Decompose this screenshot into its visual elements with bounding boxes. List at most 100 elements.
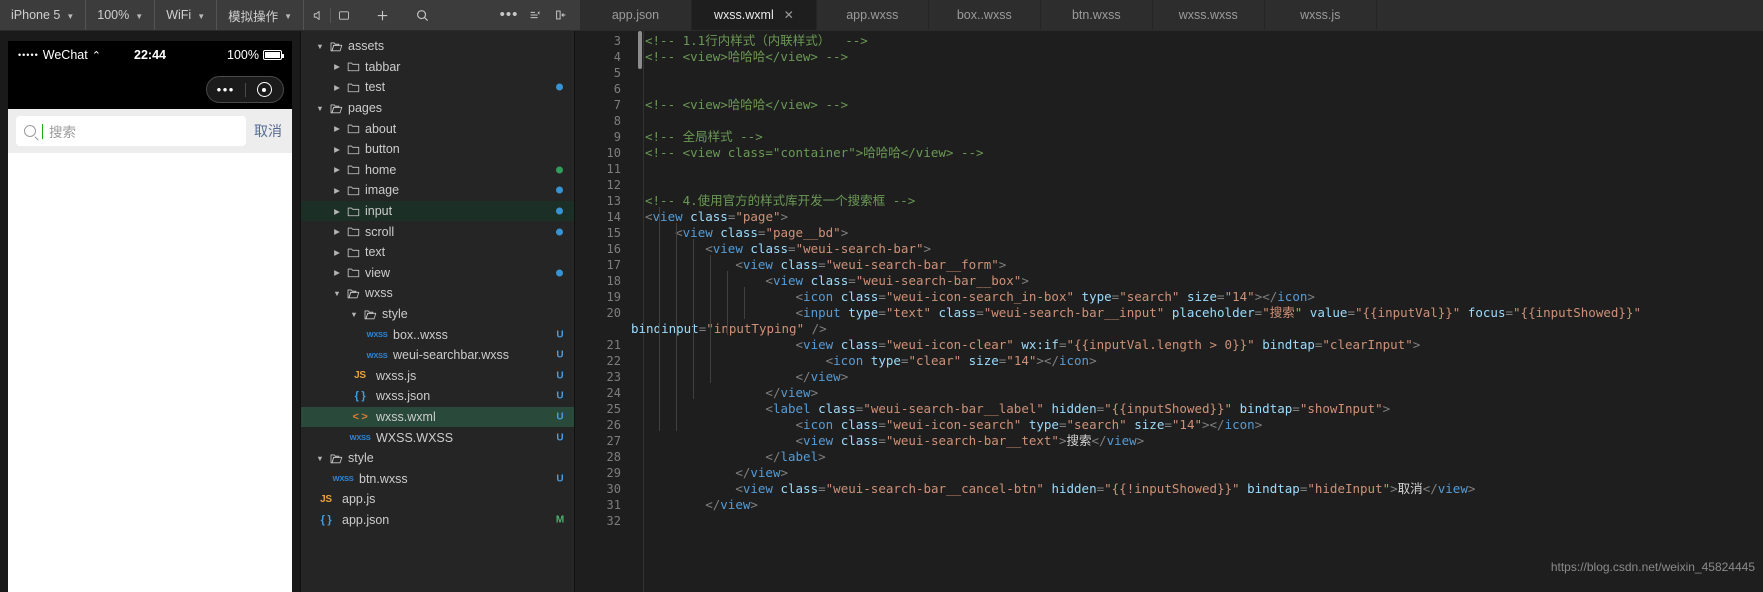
chevron-down-icon[interactable]: ▼ <box>315 104 325 113</box>
signal-dots-icon: ••••• <box>18 50 39 60</box>
file-tree-row[interactable]: ▶ tabbar <box>301 57 574 78</box>
code-line-content: <label class="weui-search-bar__label" hi… <box>765 401 1391 416</box>
simulate-actions-selector[interactable]: 模拟操作 ▼ <box>217 0 305 30</box>
chevron-right-icon[interactable]: ▶ <box>332 227 342 236</box>
line-number: 23 <box>606 370 621 384</box>
device-selector[interactable]: iPhone 5 ▼ <box>0 0 87 30</box>
editor-tab[interactable]: wxss.wxml ✕ <box>692 0 817 30</box>
file-tree-row[interactable]: { } wxss.json U <box>301 386 574 407</box>
line-number: 7 <box>613 98 621 112</box>
chevron-down-icon[interactable]: ▼ <box>332 289 342 298</box>
file-tree-row[interactable]: ▼ style <box>301 448 574 469</box>
code-line: 31 </view> <box>575 497 1763 513</box>
chevron-down-icon[interactable]: ▼ <box>315 42 325 51</box>
file-tree-row-content: ▶ tabbar <box>301 60 400 74</box>
more-icon[interactable]: ••• <box>496 0 522 30</box>
chevron-right-icon[interactable]: ▶ <box>332 145 342 154</box>
code-line: 32 <box>575 513 1763 529</box>
line-number: 11 <box>606 162 621 176</box>
code-line: bindinput="inputTyping" /> <box>575 321 1763 337</box>
chevron-down-icon[interactable]: ▼ <box>349 310 359 319</box>
line-number: 32 <box>606 514 621 528</box>
chevron-down-icon[interactable]: ▼ <box>315 454 325 463</box>
file-tree-row[interactable]: ▶ text <box>301 242 574 263</box>
file-tree-row-content: WXSS btn.wxss <box>301 472 408 486</box>
code-line-content: <view class="weui-icon-clear" wx:if="{{i… <box>795 337 1421 352</box>
editor-tab[interactable]: app.json <box>580 0 692 30</box>
code-line-content <box>631 177 645 193</box>
code-line-content: <!-- 1.1行内样式（内联样式） --> <box>645 33 868 48</box>
chevron-right-icon[interactable]: ▶ <box>332 62 342 71</box>
folder-icon <box>347 206 360 217</box>
file-explorer[interactable]: ▼ assets ▶ tabbar ▶ test ▼ pages ▶ about ▶ button ▶ h… <box>300 31 575 592</box>
capsule-more-icon[interactable]: ••• <box>207 82 245 97</box>
code-line-content: </view> <box>795 369 849 384</box>
capsule-close-icon[interactable] <box>246 82 284 97</box>
file-tree-row[interactable]: ▼ pages <box>301 98 574 119</box>
search-icon[interactable] <box>409 0 435 30</box>
file-tree-row[interactable]: ▶ home <box>301 160 574 181</box>
chevron-right-icon[interactable]: ▶ <box>332 83 342 92</box>
folder-icon <box>364 309 377 320</box>
search-placeholder: 搜索 <box>49 125 76 140</box>
code-line-content: <view class="weui-search-bar__text">搜索</… <box>795 433 1145 448</box>
file-tree-row[interactable]: WXSS btn.wxss U <box>301 468 574 489</box>
volume-icon[interactable] <box>304 0 330 30</box>
chevron-right-icon[interactable]: ▶ <box>332 268 342 277</box>
code-line-content <box>631 81 645 97</box>
editor-tab[interactable]: wxss.wxss <box>1152 0 1265 30</box>
file-tree-row[interactable]: ▼ wxss <box>301 283 574 304</box>
wxss-file-icon: WXSS <box>349 433 371 443</box>
file-tree-row[interactable]: { } app.json M <box>301 510 574 531</box>
code-line: 27 <view class="weui-search-bar__text">搜… <box>575 433 1763 449</box>
file-tree-row[interactable]: ▼ style <box>301 304 574 325</box>
wechat-devtools-window: iPhone 5 ▼ 100% ▼ WiFi ▼ 模拟操作 ▼ ••• app.… <box>0 0 1763 592</box>
file-tree-row[interactable]: ▶ button <box>301 139 574 160</box>
status-dot-indicator <box>556 186 563 194</box>
chevron-right-icon[interactable]: ▶ <box>332 248 342 257</box>
code-line-content: <!-- 4.使用官方的样式库开发一个搜索框 --> <box>645 193 916 208</box>
file-tree-row[interactable]: ▶ image <box>301 180 574 201</box>
cancel-button[interactable]: 取消 <box>254 121 284 141</box>
network-selector[interactable]: WiFi ▼ <box>155 0 218 30</box>
editor-tab[interactable]: box..wxss <box>928 0 1041 30</box>
status-dot-indicator <box>556 166 563 174</box>
editor-tab[interactable]: wxss.js <box>1264 0 1377 30</box>
file-tree-row[interactable]: WXSS weui-searchbar.wxss U <box>301 345 574 366</box>
line-number: 24 <box>606 386 621 400</box>
code-line: 3 <!-- 1.1行内样式（内联样式） --> <box>575 33 1763 49</box>
capsule-button[interactable]: ••• <box>206 76 284 103</box>
zoom-selector[interactable]: 100% ▼ <box>86 0 156 30</box>
file-tree-label: wxss.wxml <box>376 409 436 424</box>
screen-icon[interactable] <box>331 0 357 30</box>
chevron-right-icon[interactable]: ▶ <box>332 165 342 174</box>
search-input-box[interactable]: 搜索 <box>16 116 246 146</box>
close-icon[interactable]: ✕ <box>784 8 794 22</box>
code-editor[interactable]: 3 <!-- 1.1行内样式（内联样式） --> 4 <!-- <view>哈哈哈</… <box>575 31 1763 592</box>
file-tree-row[interactable]: ▼ assets <box>301 36 574 57</box>
editor-tab[interactable]: btn.wxss <box>1040 0 1153 30</box>
file-tree-row[interactable]: ▶ test <box>301 77 574 98</box>
file-tree-row[interactable]: ▶ scroll <box>301 221 574 242</box>
code-line-content: <icon type="clear" size="14"></icon> <box>825 353 1097 368</box>
folder-icon <box>347 226 360 237</box>
file-tree-row-content: ▼ assets <box>301 39 384 53</box>
file-tree-row[interactable]: ▶ view <box>301 263 574 284</box>
file-tree-row[interactable]: WXSS WXSS.WXSS U <box>301 427 574 448</box>
editor-tab[interactable]: app.wxss <box>816 0 929 30</box>
add-icon[interactable] <box>369 0 395 30</box>
editor-code-area[interactable]: 3 <!-- 1.1行内样式（内联样式） --> 4 <!-- <view>哈哈哈</… <box>575 31 1763 592</box>
chevron-right-icon[interactable]: ▶ <box>332 186 342 195</box>
file-tree-row[interactable]: JS wxss.js U <box>301 366 574 387</box>
chevron-right-icon[interactable]: ▶ <box>332 124 342 133</box>
chevron-right-icon[interactable]: ▶ <box>332 207 342 216</box>
file-tree-row[interactable]: ▶ input <box>301 200 574 222</box>
indent-guide <box>676 223 677 431</box>
layout-icon[interactable] <box>522 0 548 30</box>
file-tree-row[interactable]: JS app.js <box>301 489 574 510</box>
file-tree-row[interactable]: WXSS box..wxss U <box>301 324 574 345</box>
file-tree-row[interactable]: < > wxss.wxml U <box>301 406 574 428</box>
panel-toggle-icon[interactable] <box>548 0 574 30</box>
file-tree-row[interactable]: ▶ about <box>301 118 574 139</box>
file-tree-label: view <box>365 265 391 280</box>
